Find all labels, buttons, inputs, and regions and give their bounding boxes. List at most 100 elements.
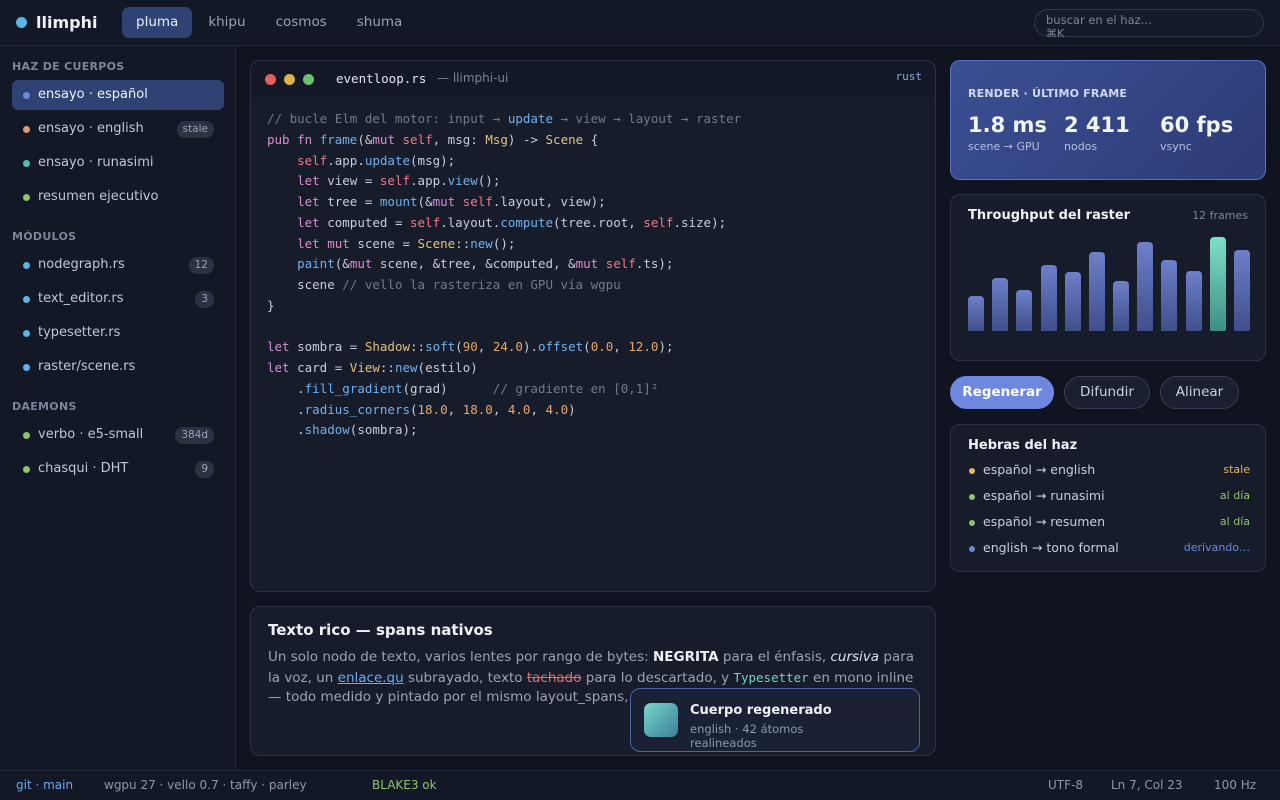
hash-status: BLAKE3 ok (372, 778, 437, 792)
metric-value: 60 fps (1160, 113, 1234, 137)
close-window-icon[interactable] (265, 74, 276, 85)
bold-span: NEGRITA (652, 649, 719, 665)
strikethrough-span: tachado (526, 669, 582, 686)
code-line[interactable]: } (267, 296, 741, 317)
metric-label: scene → GPU (968, 140, 1040, 153)
sidebar-item-verbo[interactable]: verbo · e5-small 384d (12, 420, 224, 450)
code-line[interactable]: scene // vello la rasteriza en GPU vía w… (267, 275, 741, 296)
chart-bar (1113, 281, 1129, 331)
search-input[interactable]: buscar en el haz… ⌘K (1034, 9, 1264, 40)
sidebar-item-badge: stale (176, 121, 214, 138)
code-line[interactable]: .radius_corners(18.0, 18.0, 4.0, 4.0) (267, 400, 741, 421)
sidebar-item-ensayo-espanol[interactable]: ensayo · español (12, 80, 224, 110)
section-title-modulos: MÓDULOS (12, 230, 77, 243)
code-line[interactable]: // bucle Elm del motor: input → update →… (267, 109, 741, 130)
metric-label: vsync (1160, 140, 1192, 153)
status-dot-icon (969, 468, 975, 474)
sidebar-item-ensayo-runasimi[interactable]: ensayo · runasimi (12, 148, 224, 178)
search-shortcut: ⌘K (1046, 27, 1065, 40)
sidebar-item-chasqui[interactable]: chasqui · DHT 9 (12, 454, 224, 484)
code-line[interactable]: .shadow(sombra); (267, 420, 741, 441)
status-dot-icon (23, 160, 30, 167)
rich-text-span: para lo descartado, y (581, 669, 734, 686)
code-line[interactable]: paint(&mut scene, &tree, &computed, &mut… (267, 254, 741, 275)
encoding[interactable]: UTF-8 (1048, 778, 1083, 792)
sidebar-item-label: ensayo · runasimi (38, 155, 154, 170)
sidebar-item-typesetter[interactable]: typesetter.rs (12, 318, 224, 348)
chart-title: Throughput del raster (968, 208, 1131, 223)
code-line[interactable]: let mut scene = Scene::new(); (267, 234, 741, 255)
align-button[interactable]: Alinear (1160, 376, 1239, 409)
tab-pluma[interactable]: pluma (122, 7, 193, 38)
thread-row[interactable]: español → resumen al día (968, 514, 1250, 532)
section-title-daemons: DAEMONS (12, 400, 77, 413)
cursor-position[interactable]: Ln 7, Col 23 (1111, 778, 1183, 792)
italic-span: cursiva (830, 649, 880, 665)
sidebar-item-label: text_editor.rs (38, 291, 124, 306)
thread-row[interactable]: español → runasimi al día (968, 488, 1250, 506)
sidebar-item-nodegraph[interactable]: nodegraph.rs 12 (12, 250, 224, 280)
rich-text-span: Un solo nodo de texto, varios lentes por… (268, 649, 653, 665)
minimize-window-icon[interactable] (284, 74, 295, 85)
code-editor[interactable]: eventloop.rs — llimphi-ui rust // bucle … (250, 60, 936, 592)
code-line[interactable]: let sombra = Shadow::soft(90, 24.0).offs… (267, 337, 741, 358)
tab-khipu[interactable]: khipu (194, 7, 259, 38)
thread-row[interactable]: español → english stale (968, 462, 1250, 480)
metric-latency: 1.8 ms scene → GPU (968, 113, 1047, 153)
regenerate-button[interactable]: Regenerar (950, 376, 1054, 409)
sidebar-item-label: ensayo · español (38, 87, 148, 102)
broadcast-button[interactable]: Difundir (1064, 376, 1150, 409)
link-span[interactable]: enlace.qu (338, 670, 404, 686)
chart-bar (1041, 265, 1057, 331)
code-line[interactable]: let tree = mount(&mut self.layout, view)… (267, 192, 741, 213)
chart-bar (1210, 237, 1226, 331)
section-title-haz: HAZ DE CUERPOS (12, 60, 125, 73)
sidebar-item-text-editor[interactable]: text_editor.rs 3 (12, 284, 224, 314)
regenerated-icon (644, 703, 678, 737)
editor-language: rust (895, 70, 923, 83)
sidebar-item-resumen-ejecutivo[interactable]: resumen ejecutivo (12, 182, 224, 212)
thread-label: español → resumen (983, 514, 1106, 529)
chart-bar (992, 278, 1008, 331)
status-dot-icon (23, 432, 30, 439)
maximize-window-icon[interactable] (303, 74, 314, 85)
throughput-card: Throughput del raster 12 frames (950, 194, 1266, 361)
tab-cosmos[interactable]: cosmos (262, 7, 341, 38)
metric-nodes: 2 411 nodos (1064, 113, 1130, 153)
chart-bar (968, 296, 984, 331)
status-dot-icon (23, 296, 30, 303)
chart-bar (1137, 242, 1153, 331)
git-branch[interactable]: git · main (16, 778, 73, 792)
thread-row[interactable]: english → tono formal derivando… (968, 540, 1250, 558)
tab-shuma[interactable]: shuma (343, 7, 417, 38)
rich-text-span: para el énfasis, (718, 649, 831, 665)
chart-bar (1065, 272, 1081, 331)
code-line[interactable] (267, 317, 741, 338)
sidebar-item-label: verbo · e5-small (38, 427, 144, 442)
search-placeholder: buscar en el haz… (1046, 13, 1153, 27)
code-line[interactable]: .fill_gradient(grad) // gradiente en [0,… (267, 379, 741, 400)
code-line[interactable]: let computed = self.layout.compute(tree.… (267, 213, 741, 234)
code-line[interactable]: let card = View::new(estilo) (267, 358, 741, 379)
code-line[interactable]: let view = self.app.view(); (267, 171, 741, 192)
code-line[interactable]: pub fn frame(&mut self, msg: Msg) -> Sce… (267, 130, 741, 151)
brand[interactable]: llimphi (16, 13, 97, 32)
sidebar-item-badge: 9 (195, 461, 214, 478)
sidebar-item-ensayo-english[interactable]: ensayo · english stale (12, 114, 224, 144)
logo-dot-icon (16, 17, 27, 28)
code-line[interactable]: self.app.update(msg); (267, 151, 741, 172)
sidebar-item-raster-scene[interactable]: raster/scene.rs (12, 352, 224, 382)
refresh-rate: 100 Hz (1214, 778, 1257, 792)
sidebar-item-label: nodegraph.rs (38, 257, 125, 272)
chart-bar (1016, 290, 1032, 331)
thread-label: english → tono formal (983, 540, 1119, 555)
toast-notification[interactable]: Cuerpo regenerado english · 42 átomos re… (630, 688, 920, 752)
main-tabs: pluma khipu cosmos shuma (122, 7, 418, 38)
chart-bar (1161, 260, 1177, 331)
code-body[interactable]: // bucle Elm del motor: input → update →… (267, 109, 741, 441)
status-dot-icon (23, 364, 30, 371)
status-dot-icon (23, 92, 30, 99)
status-dot-icon (23, 194, 30, 201)
status-dot-icon (969, 546, 975, 552)
frame-count: 12 frames (1192, 209, 1248, 222)
